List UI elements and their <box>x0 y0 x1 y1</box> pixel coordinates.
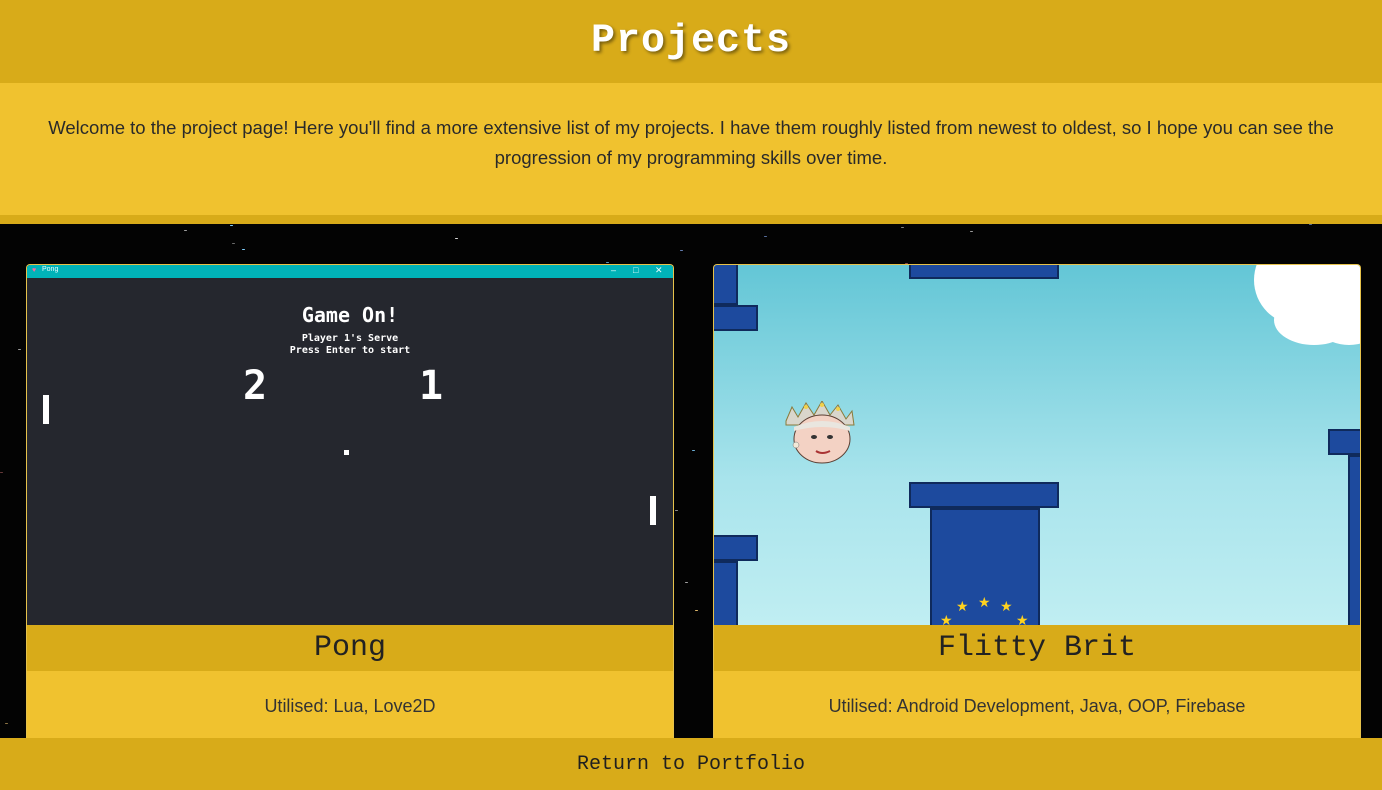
star-particle <box>18 349 21 350</box>
star-icon: ★ <box>940 612 953 625</box>
star-particle <box>232 243 235 244</box>
star-particle <box>685 582 688 583</box>
star-particle <box>970 231 973 232</box>
minimize-icon: – <box>611 265 617 275</box>
close-icon: ✕ <box>655 265 663 275</box>
heart-icon: ♥ <box>32 267 37 274</box>
pong-screenshot: ♥ Pong – □ ✕ Game On! Player 1's Serve P… <box>27 265 673 625</box>
page-header: Projects <box>0 0 1382 83</box>
pong-prompt-text: Press Enter to start <box>289 345 411 356</box>
pong-serve-text: Player 1's Serve <box>301 333 399 344</box>
cloud <box>1274 295 1354 345</box>
project-title: Flitty Brit <box>714 625 1360 671</box>
right-paddle <box>650 496 656 525</box>
star-particle <box>675 510 678 511</box>
project-tech-list: Utilised: Android Development, Java, OOP… <box>714 671 1360 739</box>
return-to-portfolio-link[interactable]: Return to Portfolio <box>0 738 1382 790</box>
pipe-top-left-cap <box>714 305 758 331</box>
star-particle <box>242 249 245 250</box>
star-particle <box>606 262 609 263</box>
star-particle <box>764 236 767 237</box>
star-icon: ★ <box>978 594 991 610</box>
pipe-top-left <box>714 265 738 305</box>
intro-divider <box>0 215 1382 224</box>
pipe-bottom-left-cap <box>714 535 758 561</box>
pipe-top-center-cap <box>909 265 1059 279</box>
project-card-pong[interactable]: ♥ Pong – □ ✕ Game On! Player 1's Serve P… <box>26 264 674 739</box>
flitty-brit-screenshot: ★ ★ ★ ★ ★ <box>714 265 1360 625</box>
star-icon: ★ <box>1000 598 1013 614</box>
star-particle <box>0 472 3 473</box>
star-particle <box>184 230 187 231</box>
pipe-bottom-right-cap <box>1328 429 1360 455</box>
star-icon: ★ <box>1016 612 1029 625</box>
intro-text: Welcome to the project page! Here you'll… <box>0 83 1382 215</box>
star-particle <box>695 610 698 611</box>
star-particle <box>1309 224 1312 225</box>
star-particle <box>230 225 233 226</box>
pong-score-left: 2 <box>243 363 268 409</box>
pipe-bottom-left <box>714 561 738 625</box>
project-card-flitty-brit[interactable]: ★ ★ ★ ★ ★ Flitty Brit Utilised: Android … <box>713 264 1361 739</box>
star-particle <box>901 227 904 228</box>
window-title: Pong <box>42 266 59 273</box>
pong-ball <box>344 450 349 455</box>
window-title-bar: ♥ Pong – □ ✕ <box>27 265 673 278</box>
pong-score-right: 1 <box>419 363 444 409</box>
star-particle <box>692 450 695 451</box>
pipe-bottom-right <box>1348 455 1360 625</box>
queen-character-icon <box>785 401 855 464</box>
pipe-bottom-center-cap <box>909 482 1059 508</box>
star-particle <box>680 250 683 251</box>
project-title: Pong <box>27 625 673 671</box>
star-particle <box>5 723 8 724</box>
star-icon: ★ <box>956 598 969 614</box>
project-tech-list: Utilised: Lua, Love2D <box>27 671 673 739</box>
star-particle <box>455 238 458 239</box>
page-title: Projects <box>590 19 792 64</box>
maximize-icon: □ <box>633 265 639 275</box>
left-paddle <box>43 395 49 424</box>
pong-headline: Game On! <box>301 303 399 327</box>
